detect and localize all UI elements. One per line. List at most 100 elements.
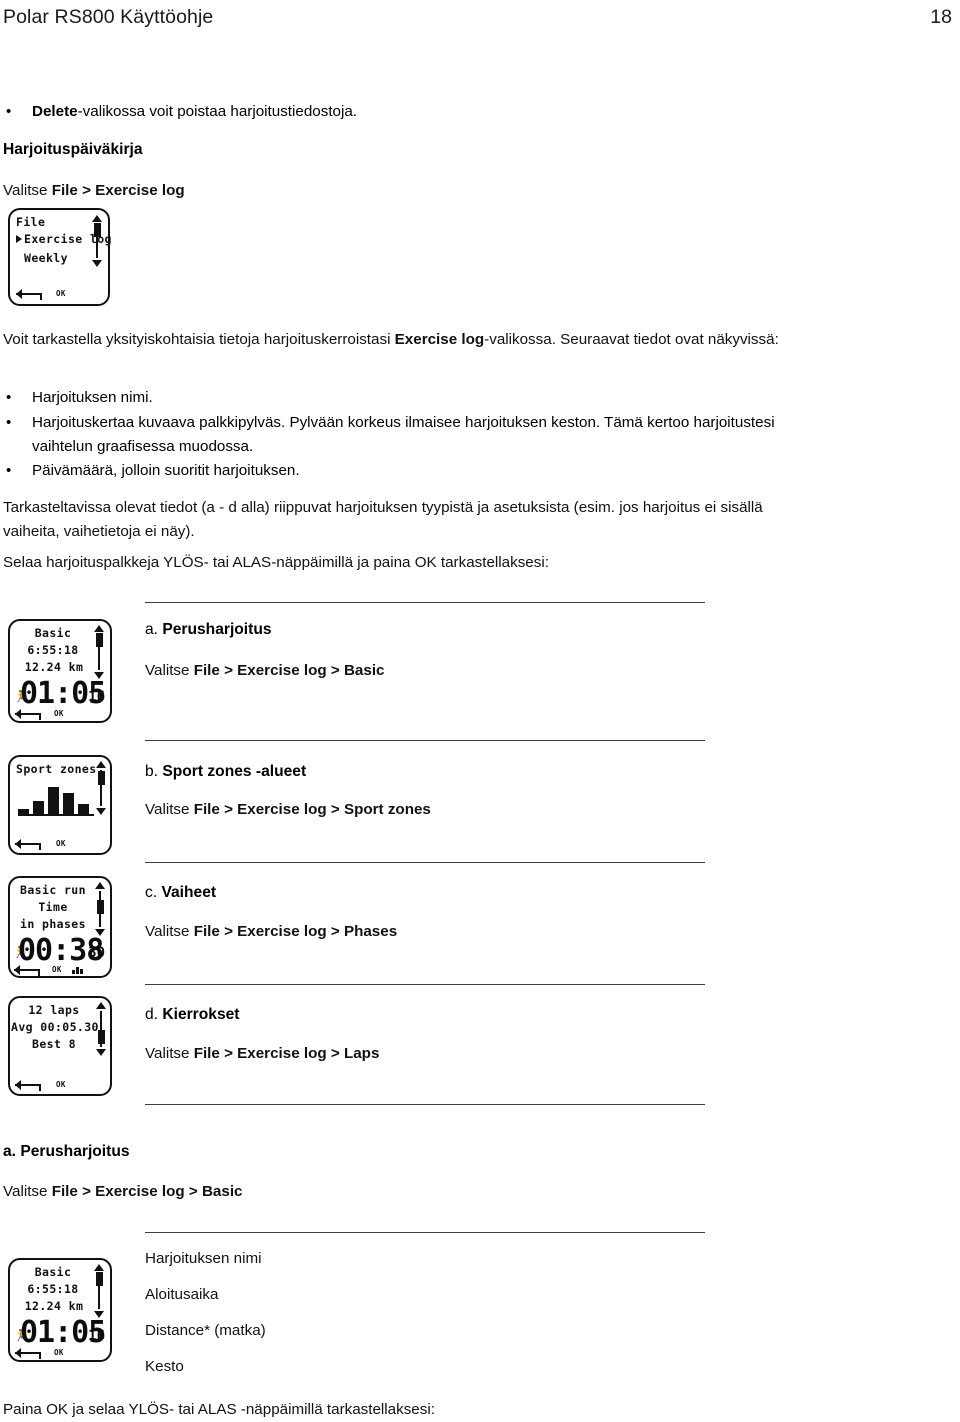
scroll-down-arrow-icon[interactable] bbox=[96, 808, 106, 815]
lcd-line-3: 12.24 km bbox=[24, 660, 84, 674]
detail-letter: a. bbox=[3, 1143, 21, 1160]
section-c-label: Vaiheet bbox=[161, 884, 217, 901]
list-item: • Delete-valikossa voit poistaa harjoitu… bbox=[6, 100, 706, 124]
section-heading-harjoituspaivakirja: Harjoituspäiväkirja bbox=[3, 141, 143, 158]
footer-instruction: Paina OK ja selaa YLÖS- tai ALAS -näppäi… bbox=[3, 1401, 435, 1418]
delete-bullet-rest: -valikossa voit poistaa harjoitustiedost… bbox=[77, 103, 358, 120]
document-title: Polar RS800 Käyttöohje bbox=[3, 6, 214, 28]
select-prefix: Valitse bbox=[145, 662, 194, 679]
scrollbar-thumb[interactable] bbox=[96, 900, 104, 914]
back-arrow-icon bbox=[14, 965, 40, 976]
paragraph1-part-a: Voit tarkastella yksityiskohtaisia tieto… bbox=[3, 331, 395, 348]
scroll-up-arrow-icon[interactable] bbox=[92, 215, 102, 222]
ok-button-label: OK bbox=[54, 1348, 64, 1357]
list-item-text: Harjoituskertaa kuvaava palkkipylväs. Py… bbox=[32, 414, 775, 455]
section-b-title: b. Sport zones -alueet bbox=[145, 763, 306, 781]
ok-button-label: OK bbox=[52, 965, 62, 974]
scrollbar-thumb[interactable] bbox=[93, 223, 101, 237]
menu-path: File > Exercise log > Phases bbox=[193, 923, 398, 940]
back-arrow-icon bbox=[15, 1080, 41, 1091]
delete-keyword: Delete bbox=[32, 103, 78, 120]
section-b-path: Valitse File > Exercise log > Sport zone… bbox=[145, 798, 431, 822]
scroll-up-arrow-icon[interactable] bbox=[94, 1264, 104, 1271]
bullet-dot: • bbox=[6, 389, 12, 406]
lcd-line-3: 12.24 km bbox=[24, 1299, 84, 1313]
back-arrow-icon bbox=[16, 289, 42, 300]
lcd-line-3: in phases bbox=[20, 917, 86, 931]
section-b-label: Sport zones -alueet bbox=[162, 763, 307, 780]
lcd-line-1: File bbox=[16, 215, 46, 229]
lcd-screen: File Exercise log Weekly OK bbox=[10, 210, 111, 304]
lcd-screen: Basic 6:55:18 12.24 km 🏃 01:05 16 OK bbox=[10, 621, 110, 721]
paragraph1-part-b: -valikossa. Seuraavat tiedot ovat näkyvi… bbox=[484, 331, 779, 348]
detail-path: Valitse File > Exercise log > Basic bbox=[3, 1180, 242, 1204]
back-arrow-icon bbox=[15, 1348, 41, 1359]
scroll-up-arrow-icon[interactable] bbox=[96, 1002, 106, 1009]
ok-button-label: OK bbox=[56, 289, 66, 298]
watch-display-basic: Basic 6:55:18 12.24 km 🏃 01:05 16 OK bbox=[8, 619, 112, 723]
scrollbar-thumb[interactable] bbox=[97, 1030, 105, 1044]
detail-title: a. Perusharjoitus bbox=[3, 1143, 130, 1161]
lcd-scrollbar[interactable] bbox=[94, 1264, 104, 1318]
list-item: • Päivämäärä, jolloin suoritit harjoituk… bbox=[6, 459, 776, 483]
scroll-up-arrow-icon[interactable] bbox=[94, 625, 104, 632]
section-b-letter: b. bbox=[145, 763, 163, 780]
section-d-label: Kierrokset bbox=[162, 1006, 240, 1023]
lcd-line-2: Time bbox=[38, 900, 68, 914]
section-d-title: d. Kierrokset bbox=[145, 1006, 239, 1024]
scrollbar-thumb[interactable] bbox=[95, 1272, 103, 1286]
menu-path: File > Exercise log > Sport zones bbox=[193, 801, 431, 818]
back-arrow-icon bbox=[15, 839, 41, 850]
lcd-scrollbar[interactable] bbox=[95, 882, 105, 936]
section-divider bbox=[145, 1232, 705, 1233]
lcd-line-1: 12 laps bbox=[28, 1003, 80, 1017]
lcd-scrollbar[interactable] bbox=[96, 761, 106, 815]
detail-label: Perusharjoitus bbox=[20, 1143, 130, 1160]
list-item-text: Harjoituksen nimi. bbox=[32, 389, 153, 406]
ok-button-label: OK bbox=[56, 839, 66, 848]
lcd-line-2: Avg 00:05.30 bbox=[11, 1020, 99, 1034]
paragraph-exercise-log-info: Voit tarkastella yksityiskohtaisia tieto… bbox=[3, 328, 793, 352]
select-prefix: Valitse bbox=[145, 923, 194, 940]
section-divider bbox=[145, 862, 705, 863]
section-divider bbox=[145, 602, 705, 603]
select-prefix: Valitse bbox=[3, 1183, 52, 1200]
lcd-scrollbar[interactable] bbox=[94, 625, 104, 679]
page-header: Polar RS800 Käyttöohje 18 bbox=[0, 6, 960, 42]
list-item: • Harjoituskertaa kuvaava palkkipylväs. … bbox=[6, 411, 776, 459]
lcd-screen: Sport zones OK bbox=[10, 757, 110, 853]
menu-path: File > Exercise log > Basic bbox=[51, 1183, 243, 1200]
section-divider bbox=[145, 740, 705, 741]
lcd-line-1: Basic bbox=[34, 1265, 72, 1279]
menu-path: File > Exercise log > Basic bbox=[193, 662, 385, 679]
lcd-line-2: 6:55:18 bbox=[27, 643, 79, 657]
section-a-letter: a. bbox=[145, 621, 163, 638]
chart-bar bbox=[78, 804, 89, 814]
page-number: 18 bbox=[930, 6, 952, 28]
bullet-dot: • bbox=[6, 103, 12, 120]
scroll-down-arrow-icon[interactable] bbox=[92, 260, 102, 267]
bullet-dot: • bbox=[6, 414, 12, 431]
list-item-text: Delete-valikossa voit poistaa harjoitust… bbox=[32, 100, 706, 124]
scroll-down-arrow-icon[interactable] bbox=[96, 1049, 106, 1056]
lcd-line-1: Basic run bbox=[20, 883, 86, 897]
lcd-scrollbar[interactable] bbox=[96, 1002, 106, 1056]
scroll-up-arrow-icon[interactable] bbox=[96, 761, 106, 768]
chart-bar bbox=[33, 801, 44, 814]
lcd-screen: Basic 6:55:18 12.24 km 🏃 01:05 16 OK bbox=[10, 1260, 110, 1360]
lcd-scrollbar[interactable] bbox=[92, 215, 102, 267]
select-prefix: Valitse bbox=[3, 182, 52, 199]
watch-display-sport-zones: Sport zones OK bbox=[8, 755, 112, 855]
scroll-up-arrow-icon[interactable] bbox=[95, 882, 105, 889]
back-arrow-icon bbox=[15, 709, 41, 720]
phases-icon bbox=[72, 967, 83, 974]
select-prefix: Valitse bbox=[145, 801, 194, 818]
select-path-line: Valitse File > Exercise log bbox=[3, 179, 185, 203]
sport-zones-bar-chart bbox=[18, 781, 94, 816]
lcd-line-2: 6:55:18 bbox=[27, 1282, 79, 1296]
paragraph-viewable-data: Tarkasteltavissa olevat tiedot (a - d al… bbox=[3, 499, 763, 540]
selection-arrow-icon bbox=[16, 235, 22, 243]
scrollbar-thumb[interactable] bbox=[97, 771, 105, 785]
section-c-title: c. Vaiheet bbox=[145, 884, 216, 902]
scrollbar-thumb[interactable] bbox=[95, 633, 103, 647]
